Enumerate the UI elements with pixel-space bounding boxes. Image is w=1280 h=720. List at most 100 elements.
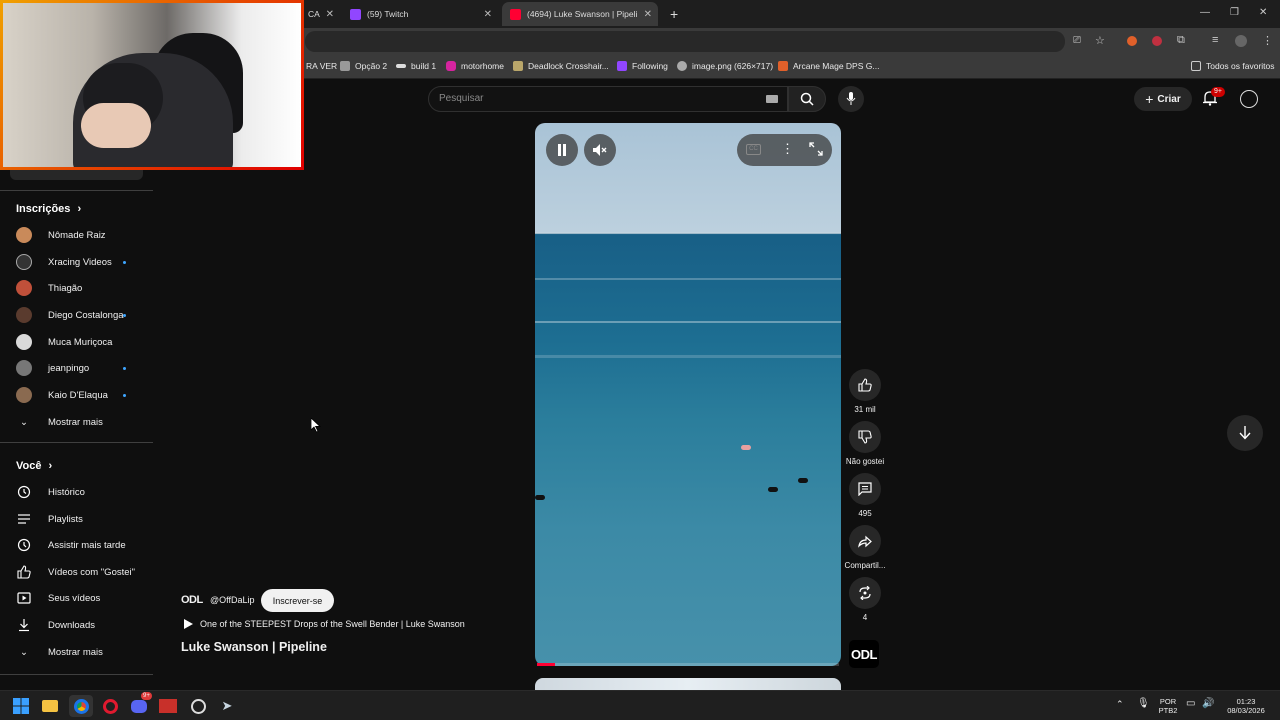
close-icon[interactable]: ✕ xyxy=(644,9,652,20)
cast-icon[interactable]: ⎚ xyxy=(1073,35,1081,46)
video-progress-fill xyxy=(537,663,556,666)
account-avatar[interactable] xyxy=(1240,90,1258,108)
share-label: Compartil... xyxy=(844,561,886,570)
volume-icon[interactable]: 🔊 xyxy=(1202,699,1214,709)
muted-speaker-icon xyxy=(593,144,607,156)
star-icon[interactable]: ☆ xyxy=(1095,34,1105,47)
extension-icon[interactable] xyxy=(1127,36,1137,46)
share-button[interactable] xyxy=(849,525,881,557)
you-heading[interactable]: Você › xyxy=(16,460,52,472)
sidebar-item-downloads[interactable]: Downloads xyxy=(16,615,146,635)
sidebar-item-history[interactable]: Histórico xyxy=(16,482,146,502)
notifications-button[interactable]: 9+ xyxy=(1203,87,1225,111)
wave-line xyxy=(535,278,841,280)
sidebar-item-subscription[interactable]: Nômade Raiz xyxy=(16,225,146,245)
chevron-up-icon[interactable]: ⌃ xyxy=(1116,700,1124,709)
voice-search-button[interactable] xyxy=(838,86,864,112)
media-icon[interactable]: ≡ xyxy=(1212,34,1218,46)
menu-icon[interactable]: ⋮ xyxy=(1262,34,1273,47)
video-title[interactable]: Luke Swanson | Pipeline xyxy=(181,640,327,654)
sidebar-item-subscription[interactable]: Xracing Videos xyxy=(16,252,146,272)
webcam-overlay xyxy=(0,0,304,170)
sidebar-item-subscription[interactable]: Muca Muriçoca xyxy=(16,332,146,352)
restore-icon[interactable]: ❐ xyxy=(1230,7,1239,18)
steam-icon[interactable]: ➤ xyxy=(217,696,237,716)
captions-icon[interactable]: CC xyxy=(746,144,761,155)
globe-icon xyxy=(677,61,687,71)
minimize-icon[interactable]: — xyxy=(1200,7,1210,18)
bookmark[interactable]: RA VER xyxy=(306,61,337,71)
discord-icon[interactable]: 9+ xyxy=(129,692,152,716)
bookmark[interactable]: motorhome xyxy=(446,61,504,71)
network-icon[interactable]: ▭ xyxy=(1186,699,1195,709)
channel-handle[interactable]: @OffDaLip xyxy=(210,595,255,605)
video-description[interactable]: One of the STEEPEST Drops of the Swell B… xyxy=(184,619,465,629)
bookmark[interactable]: image.png (626×717) xyxy=(677,61,773,71)
bookmark[interactable]: Following xyxy=(617,61,668,71)
search-button[interactable] xyxy=(788,86,826,112)
obs-icon[interactable] xyxy=(188,696,208,716)
sidebar-item-liked[interactable]: Vídeos com "Gostei" xyxy=(16,562,146,582)
instagram-icon xyxy=(446,61,456,71)
address-field[interactable] xyxy=(305,31,1065,52)
next-short-preview[interactable] xyxy=(535,678,841,690)
close-window-icon[interactable]: ✕ xyxy=(1259,7,1267,18)
sidebar-item-subscription[interactable]: Thiagão xyxy=(16,278,146,298)
subscribe-button[interactable]: Inscrever-se xyxy=(261,589,334,612)
remix-button[interactable] xyxy=(849,577,881,609)
sidebar-item-playlists[interactable]: Playlists xyxy=(16,509,146,529)
bookmark[interactable]: Arcane Mage DPS G... xyxy=(778,61,879,71)
bookmark[interactable]: Opção 2 xyxy=(340,61,387,71)
windows-taskbar: 9+ ➤ ⌃ 🎙 POR PTB2 ▭ 🔊 01:23 08/03/2026 xyxy=(0,690,1280,720)
chrome-icon[interactable] xyxy=(69,695,93,717)
opera-icon[interactable] xyxy=(100,696,120,716)
windows-start-icon[interactable] xyxy=(11,696,31,716)
bookmark[interactable]: Deadlock Crosshair... xyxy=(513,61,609,71)
avatar xyxy=(16,307,32,323)
sidebar: Inscrições › Nômade Raiz Xracing Videos … xyxy=(0,170,153,690)
app-icon[interactable] xyxy=(158,696,178,716)
close-icon[interactable]: ✕ xyxy=(484,9,492,20)
bookmark[interactable]: build 1 xyxy=(396,61,436,71)
show-more-subscriptions[interactable]: ⌄ Mostrar mais xyxy=(16,412,146,432)
channel-logo-text[interactable]: ODL xyxy=(181,594,203,606)
mic-tray-icon[interactable]: 🎙 xyxy=(1137,699,1150,709)
search-input[interactable]: Pesquisar xyxy=(428,86,788,112)
sidebar-item-subscription[interactable]: Kaio D'Elaqua xyxy=(16,385,146,405)
extensions-puzzle-icon[interactable]: ⧉ xyxy=(1177,34,1185,47)
keyboard-icon[interactable] xyxy=(766,95,778,103)
sidebar-item-subscription[interactable]: Diego Costalonga xyxy=(16,305,146,325)
show-more-you[interactable]: ⌄ Mostrar mais xyxy=(16,642,146,662)
fullscreen-button[interactable] xyxy=(809,142,823,161)
comments-button[interactable] xyxy=(849,473,881,505)
search-placeholder: Pesquisar xyxy=(439,93,484,104)
tab-twitch[interactable]: (59) Twitch ✕ xyxy=(342,2,498,26)
tab-youtube[interactable]: (4694) Luke Swanson | Pipeline ✕ xyxy=(502,2,658,26)
short-video-player[interactable] xyxy=(535,123,841,666)
new-tab-button[interactable]: + xyxy=(662,2,682,26)
profile-avatar[interactable] xyxy=(1235,35,1247,47)
sidebar-item-your-videos[interactable]: Seus vídeos xyxy=(16,588,146,608)
sidebar-item-watch-later[interactable]: Assistir mais tarde xyxy=(16,535,146,555)
pause-button[interactable] xyxy=(546,134,578,166)
sidebar-item-active[interactable] xyxy=(10,170,143,180)
next-short-button[interactable] xyxy=(1227,415,1263,451)
all-bookmarks-folder[interactable]: Todos os favoritos xyxy=(1191,61,1275,71)
mute-button[interactable] xyxy=(584,134,616,166)
video-progress-bar[interactable] xyxy=(537,663,839,666)
more-options-icon[interactable]: ⋮ xyxy=(781,141,794,157)
dislike-button[interactable] xyxy=(849,421,881,453)
tab-partial[interactable]: CA ✕ xyxy=(300,2,340,26)
channel-thumbnail[interactable]: ODL xyxy=(849,640,879,668)
extension-icon[interactable] xyxy=(1152,36,1162,46)
close-icon[interactable]: ✕ xyxy=(326,9,334,20)
like-count: 31 mil xyxy=(854,405,876,414)
clock[interactable]: 01:23 08/03/2026 xyxy=(1222,697,1270,715)
language-indicator[interactable]: POR PTB2 xyxy=(1155,697,1181,715)
sidebar-item-subscription[interactable]: jeanpingo xyxy=(16,358,146,378)
subscriptions-heading[interactable]: Inscrições › xyxy=(16,203,81,215)
create-button[interactable]: + Criar xyxy=(1134,87,1192,111)
like-button[interactable] xyxy=(849,369,881,401)
remix-count: 4 xyxy=(862,613,868,622)
file-explorer-icon[interactable] xyxy=(40,696,60,716)
